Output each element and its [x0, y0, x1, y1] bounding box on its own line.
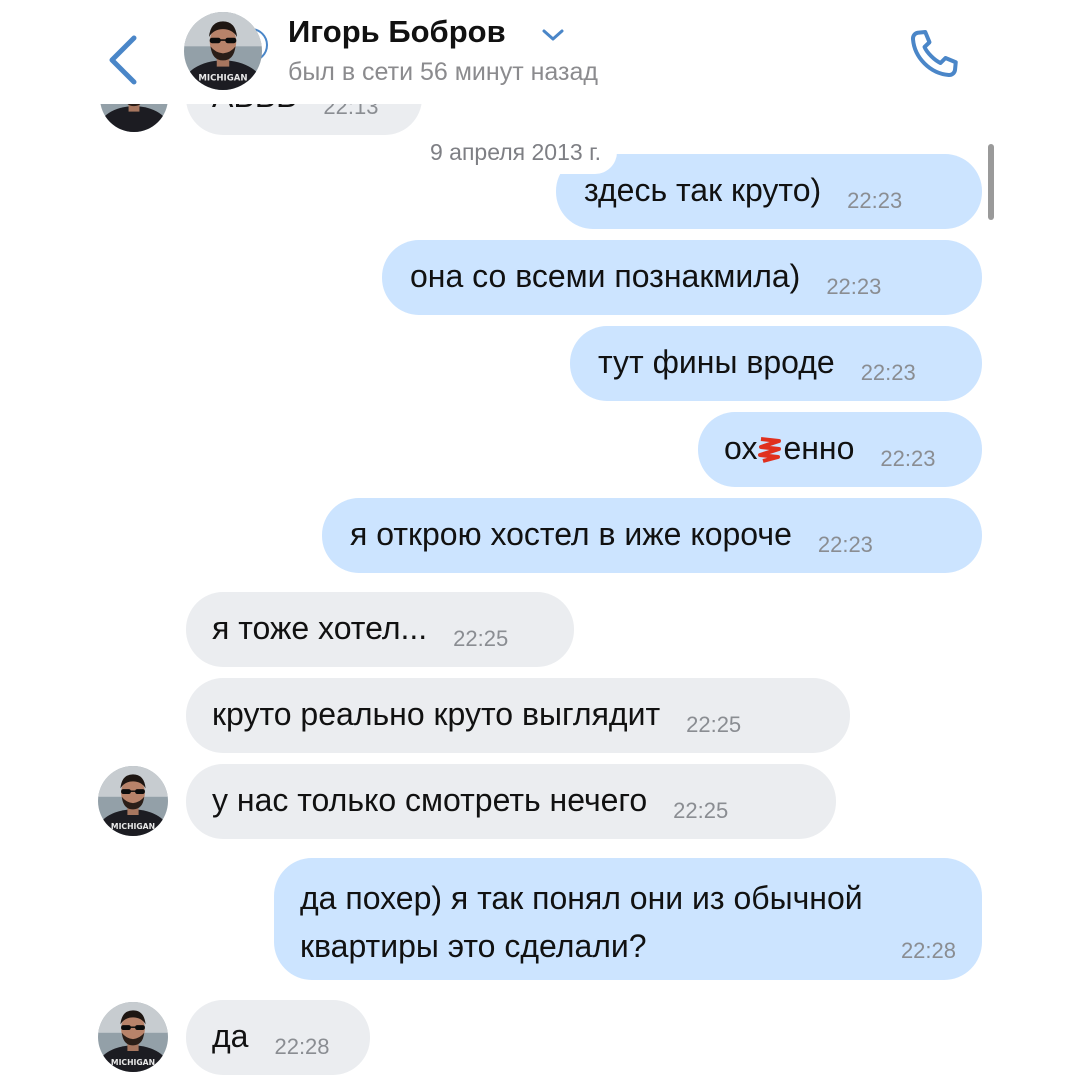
peer-avatar-small[interactable]: MICHIGAN	[98, 766, 168, 836]
message-text: ох енно	[724, 428, 854, 468]
date-separator: 9 апреля 2013 г.	[414, 130, 618, 174]
message-bubble-incoming[interactable]: круто реально круто выглядит 22:25	[186, 678, 850, 753]
message-text: тут фины вроде	[598, 344, 835, 380]
message-time: 22:25	[673, 798, 729, 823]
peer-avatar[interactable]: MICHIGAN	[184, 12, 262, 90]
avatar-shirt-text: MICHIGAN	[198, 74, 247, 84]
message-bubble-outgoing[interactable]: я открою хостел в иже короче 22:23	[322, 498, 982, 573]
message-bubble-outgoing[interactable]: здесь так круто) 22:23	[556, 154, 982, 229]
message-text-end: енно	[783, 430, 855, 466]
message-bubble-outgoing[interactable]: она со всеми познакмила) 22:23	[382, 240, 982, 315]
censored-letter-scribble	[757, 433, 783, 463]
scrollbar[interactable]	[988, 144, 994, 220]
message-bubble-outgoing[interactable]: ох енно 22:23	[698, 412, 982, 487]
avatar-shirt-text: MICHIGAN	[111, 1058, 155, 1067]
message-text: она со всеми познакмила)	[410, 258, 801, 294]
message-text: я открою хостел в иже короче	[350, 516, 792, 552]
message-text: круто реально круто выглядит	[212, 696, 661, 732]
message-time: 22:23	[847, 188, 903, 213]
message-time: 22:28	[900, 938, 956, 963]
message-bubble-incoming[interactable]: да 22:28	[186, 1000, 370, 1075]
message-text: у нас только смотреть нечего	[212, 782, 648, 818]
message-text: да	[212, 1018, 249, 1054]
message-text: да похер) я так понял они из обычной ква…	[300, 880, 863, 964]
chat-screen: 128 MICHIGAN Игорь Бобров был в сети 56 …	[0, 0, 1080, 1080]
message-time: 22:23	[880, 446, 936, 471]
avatar-shirt-text: MICHIGAN	[111, 822, 155, 831]
call-button[interactable]	[904, 24, 964, 84]
message-bubble-incoming[interactable]: я тоже хотел... 22:25	[186, 592, 574, 667]
message-time: 22:25	[686, 712, 742, 737]
peer-avatar-small[interactable]: MICHIGAN	[98, 1002, 168, 1072]
phone-icon	[910, 30, 958, 78]
chat-header: 128 MICHIGAN Игорь Бобров был в сети 56 …	[0, 0, 1080, 104]
message-time: 22:23	[860, 360, 916, 385]
message-time: 22:23	[826, 274, 882, 299]
message-bubble-outgoing[interactable]: да похер) я так понял они из обычной ква…	[274, 858, 982, 980]
message-bubble-outgoing[interactable]: тут фины вроде 22:23	[570, 326, 982, 401]
chevron-down-icon[interactable]	[541, 28, 565, 42]
peer-name[interactable]: Игорь Бобров	[288, 14, 506, 50]
message-time: 22:25	[453, 626, 509, 651]
message-time: 22:23	[817, 532, 873, 557]
message-time: 22:28	[274, 1034, 330, 1059]
message-text: здесь так круто)	[584, 172, 822, 208]
message-bubble-incoming[interactable]: у нас только смотреть нечего 22:25	[186, 764, 836, 839]
message-text: я тоже хотел...	[212, 610, 428, 646]
message-text-start: ох	[724, 430, 758, 466]
back-button[interactable]: 128	[100, 14, 268, 85]
peer-last-seen-status: был в сети 56 минут назад	[288, 58, 598, 86]
back-chevron-icon	[109, 35, 137, 85]
